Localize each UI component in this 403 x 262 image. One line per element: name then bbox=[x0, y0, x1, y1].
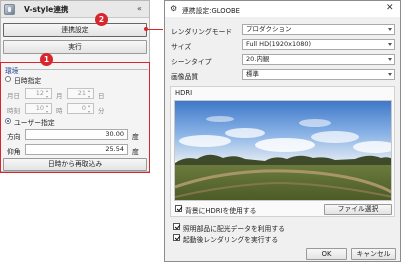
render-after-start-checkbox[interactable] bbox=[173, 234, 180, 241]
callout-1-frame bbox=[0, 62, 150, 173]
image-quality-value: 標準 bbox=[246, 70, 259, 78]
callout-2-badge: 2 bbox=[95, 13, 108, 26]
image-quality-select[interactable]: 標準 bbox=[242, 69, 395, 80]
scene-type-value: 20.内観 bbox=[246, 55, 270, 63]
image-quality-label: 画像品質 bbox=[171, 73, 199, 81]
close-icon[interactable]: ✕ bbox=[386, 3, 394, 14]
chevron-down-icon bbox=[388, 58, 392, 61]
hdri-group: HDRI 背景にHDRIを使用する ファイル選択 bbox=[170, 86, 395, 217]
link-settings-button[interactable]: 連携設定 bbox=[3, 23, 147, 37]
cancel-button[interactable]: キャンセル bbox=[351, 248, 396, 260]
render-after-start-label: 起動後レンダリングを実行する bbox=[183, 236, 279, 244]
callout-1-badge: 1 bbox=[40, 53, 53, 66]
chevron-down-icon bbox=[388, 28, 392, 31]
hdri-group-label: HDRI bbox=[175, 89, 193, 97]
use-lighting-data-checkbox[interactable] bbox=[173, 223, 180, 230]
panel-title: V-style連携 bbox=[24, 5, 69, 14]
chevron-down-icon bbox=[388, 73, 392, 76]
rendering-mode-select[interactable]: プロダクション bbox=[242, 24, 395, 35]
size-label: サイズ bbox=[171, 43, 192, 51]
size-value: Full HD(1920x1080) bbox=[246, 40, 312, 48]
rendering-mode-label: レンダリングモード bbox=[171, 28, 233, 36]
hdri-preview-image bbox=[174, 100, 392, 201]
rendering-mode-value: プロダクション bbox=[246, 25, 292, 33]
panel-header: V-style連携 « bbox=[1, 1, 149, 18]
callout-2-connector-dot bbox=[144, 27, 148, 31]
dialog-titlebar: ⚙ 連携設定:GLOOBE ✕ bbox=[165, 1, 400, 17]
use-lighting-data-label: 照明部品に配光データを利用する bbox=[183, 225, 285, 233]
gear-icon: ⚙ bbox=[170, 4, 178, 13]
hdri-panorama bbox=[175, 101, 391, 200]
scene-type-label: シーンタイプ bbox=[171, 58, 212, 66]
ok-button[interactable]: OK bbox=[306, 248, 347, 260]
file-select-button[interactable]: ファイル選択 bbox=[324, 204, 392, 215]
double-chevron-up-icon[interactable]: « bbox=[137, 3, 142, 15]
callout-2-connector bbox=[146, 29, 163, 30]
link-settings-dialog: ⚙ 連携設定:GLOOBE ✕ レンダリングモード プロダクション サイズ Fu… bbox=[164, 0, 401, 262]
chevron-down-icon bbox=[388, 43, 392, 46]
scene-type-select[interactable]: 20.内観 bbox=[242, 54, 395, 65]
vstyle-logo-icon bbox=[4, 4, 15, 15]
run-button[interactable]: 実行 bbox=[3, 40, 147, 54]
dialog-title: 連携設定:GLOOBE bbox=[182, 7, 240, 15]
use-hdri-background-label: 背景にHDRIを使用する bbox=[185, 207, 257, 215]
use-hdri-background-checkbox[interactable] bbox=[175, 205, 182, 212]
size-select[interactable]: Full HD(1920x1080) bbox=[242, 39, 395, 50]
